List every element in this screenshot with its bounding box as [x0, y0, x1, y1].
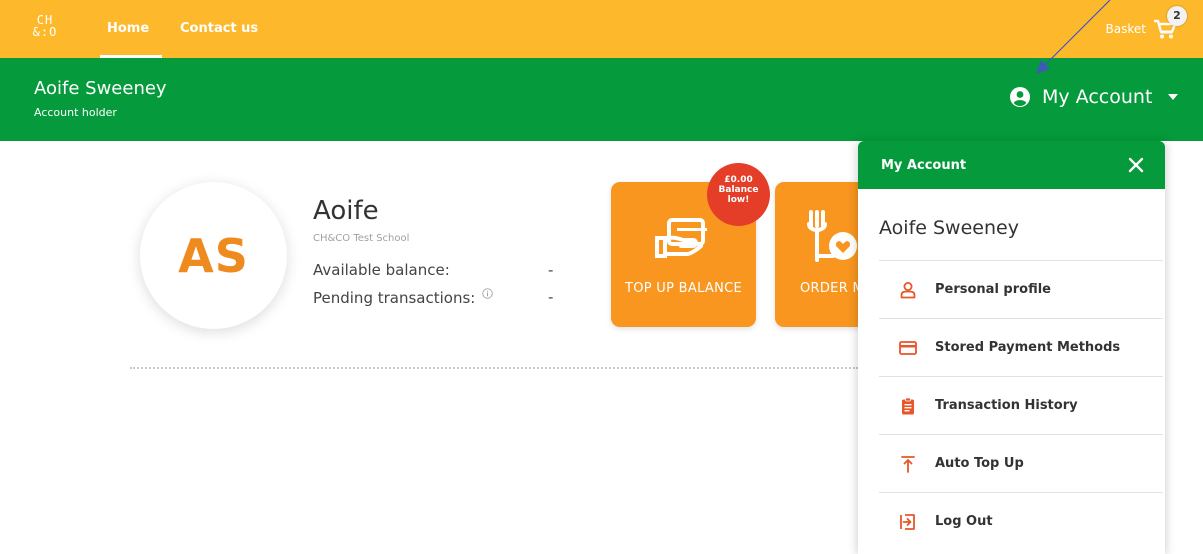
- person-icon: [900, 281, 916, 298]
- menu-label: Auto Top Up: [935, 456, 1024, 471]
- close-icon[interactable]: [1128, 157, 1144, 173]
- my-account-panel: My Account Aoife Sweeney Personal profil…: [858, 141, 1165, 554]
- menu-item-log-out[interactable]: Log Out: [879, 492, 1163, 550]
- my-account-dropdown-toggle[interactable]: My Account: [1010, 86, 1179, 108]
- menu-item-personal-profile[interactable]: Personal profile: [879, 260, 1163, 318]
- balance-low-badge: £0.00 Balance low!: [707, 163, 770, 226]
- nav-contact-link[interactable]: Contact us: [180, 21, 258, 36]
- menu-label: Personal profile: [935, 282, 1051, 297]
- menu-item-auto-top-up[interactable]: Auto Top Up: [879, 434, 1163, 492]
- menu-label: Log Out: [935, 514, 993, 529]
- nav-home-link[interactable]: Home: [107, 21, 149, 36]
- pending-transactions-row: Pending transactions:: [313, 288, 493, 307]
- badge-text-2: low!: [727, 195, 750, 205]
- section-divider: [130, 367, 858, 369]
- panel-title: My Account: [881, 158, 967, 173]
- available-balance-label: Available balance:: [313, 261, 450, 279]
- top-up-balance-label: TOP UP BALANCE: [624, 281, 743, 296]
- cards-icon: [655, 218, 707, 258]
- menu-label: Transaction History: [935, 398, 1078, 413]
- brand-logo[interactable]: CH &:O: [30, 14, 60, 44]
- avatar: AS: [140, 182, 287, 329]
- logout-icon: [900, 513, 915, 530]
- chevron-down-icon: [1168, 94, 1179, 100]
- available-balance-value: -: [548, 261, 554, 279]
- pending-transactions-value: -: [548, 288, 554, 306]
- my-account-label: My Account: [1042, 86, 1153, 108]
- menu-label: Stored Payment Methods: [935, 340, 1121, 355]
- badge-amount: £0.00: [724, 175, 753, 185]
- basket-link[interactable]: Basket: [1106, 22, 1146, 36]
- fork-heart-icon: [807, 210, 857, 262]
- profile-school: CH&CO Test School: [313, 233, 410, 244]
- avatar-initials: AS: [178, 228, 249, 283]
- info-icon[interactable]: [482, 288, 493, 299]
- account-holder-name: Aoife Sweeney: [34, 78, 167, 99]
- panel-header: My Account: [858, 141, 1165, 189]
- logo-text-bottom: &:O: [32, 25, 58, 39]
- panel-user-name: Aoife Sweeney: [879, 217, 1019, 239]
- arrow-up-bar-icon: [901, 455, 915, 473]
- user-circle-icon: [1010, 87, 1030, 107]
- pending-transactions-label: Pending transactions:: [313, 289, 476, 307]
- menu-item-transaction-history[interactable]: Transaction History: [879, 376, 1163, 434]
- account-holder-role: Account holder: [34, 106, 117, 119]
- badge-text: Balance: [718, 185, 759, 195]
- cart-count-badge: 2: [1167, 6, 1187, 26]
- profile-first-name: Aoife: [313, 196, 379, 226]
- credit-card-icon: [899, 340, 917, 355]
- menu-item-stored-payment-methods[interactable]: Stored Payment Methods: [879, 318, 1163, 376]
- top-navbar: CH &:O Home Contact us Basket 2: [0, 0, 1203, 58]
- clipboard-icon: [902, 397, 914, 414]
